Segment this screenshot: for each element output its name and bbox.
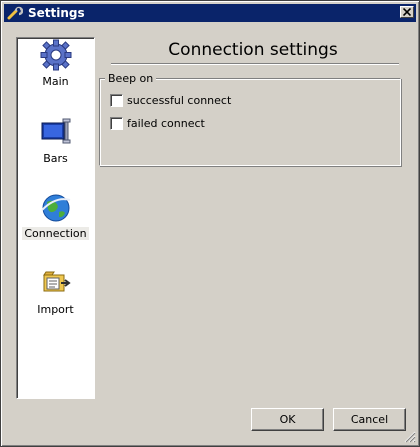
cancel-button[interactable]: Cancel: [333, 408, 406, 431]
sidebar-item-label: Import: [37, 303, 74, 316]
title-divider: [111, 63, 399, 65]
sidebar-item-main[interactable]: Main: [17, 38, 94, 88]
successful-connect-checkbox[interactable]: [110, 94, 123, 107]
page-title: Connection settings: [168, 40, 338, 60]
window-title: Settings: [28, 6, 85, 20]
wrench-icon: [7, 5, 24, 21]
sidebar-item-label: Bars: [43, 152, 68, 165]
failed-connect-checkbox[interactable]: [110, 117, 123, 130]
close-icon: [403, 8, 411, 16]
checkbox-label: successful connect: [127, 94, 232, 107]
ok-button[interactable]: OK: [251, 408, 324, 431]
close-button[interactable]: [400, 6, 414, 18]
checkbox-label: failed connect: [127, 117, 205, 130]
sidebar-item-bars[interactable]: Bars: [17, 115, 94, 165]
globe-icon: [39, 190, 73, 224]
group-legend: Beep on: [105, 72, 157, 85]
sidebar-item-import[interactable]: Import: [17, 266, 94, 316]
import-icon: [39, 266, 73, 300]
gear-icon: [39, 38, 73, 72]
category-sidebar: Main Bars Connection Import: [16, 37, 95, 399]
monitor-bars-icon: [39, 115, 73, 149]
settings-window: Settings Main Bars Connection Import Con…: [0, 0, 420, 447]
sidebar-item-label: Main: [42, 75, 69, 88]
title-bar[interactable]: Settings: [4, 4, 416, 22]
sidebar-item-label: Connection: [22, 227, 89, 240]
sidebar-item-connection[interactable]: Connection: [17, 190, 94, 240]
resize-grip-icon[interactable]: [404, 431, 416, 443]
